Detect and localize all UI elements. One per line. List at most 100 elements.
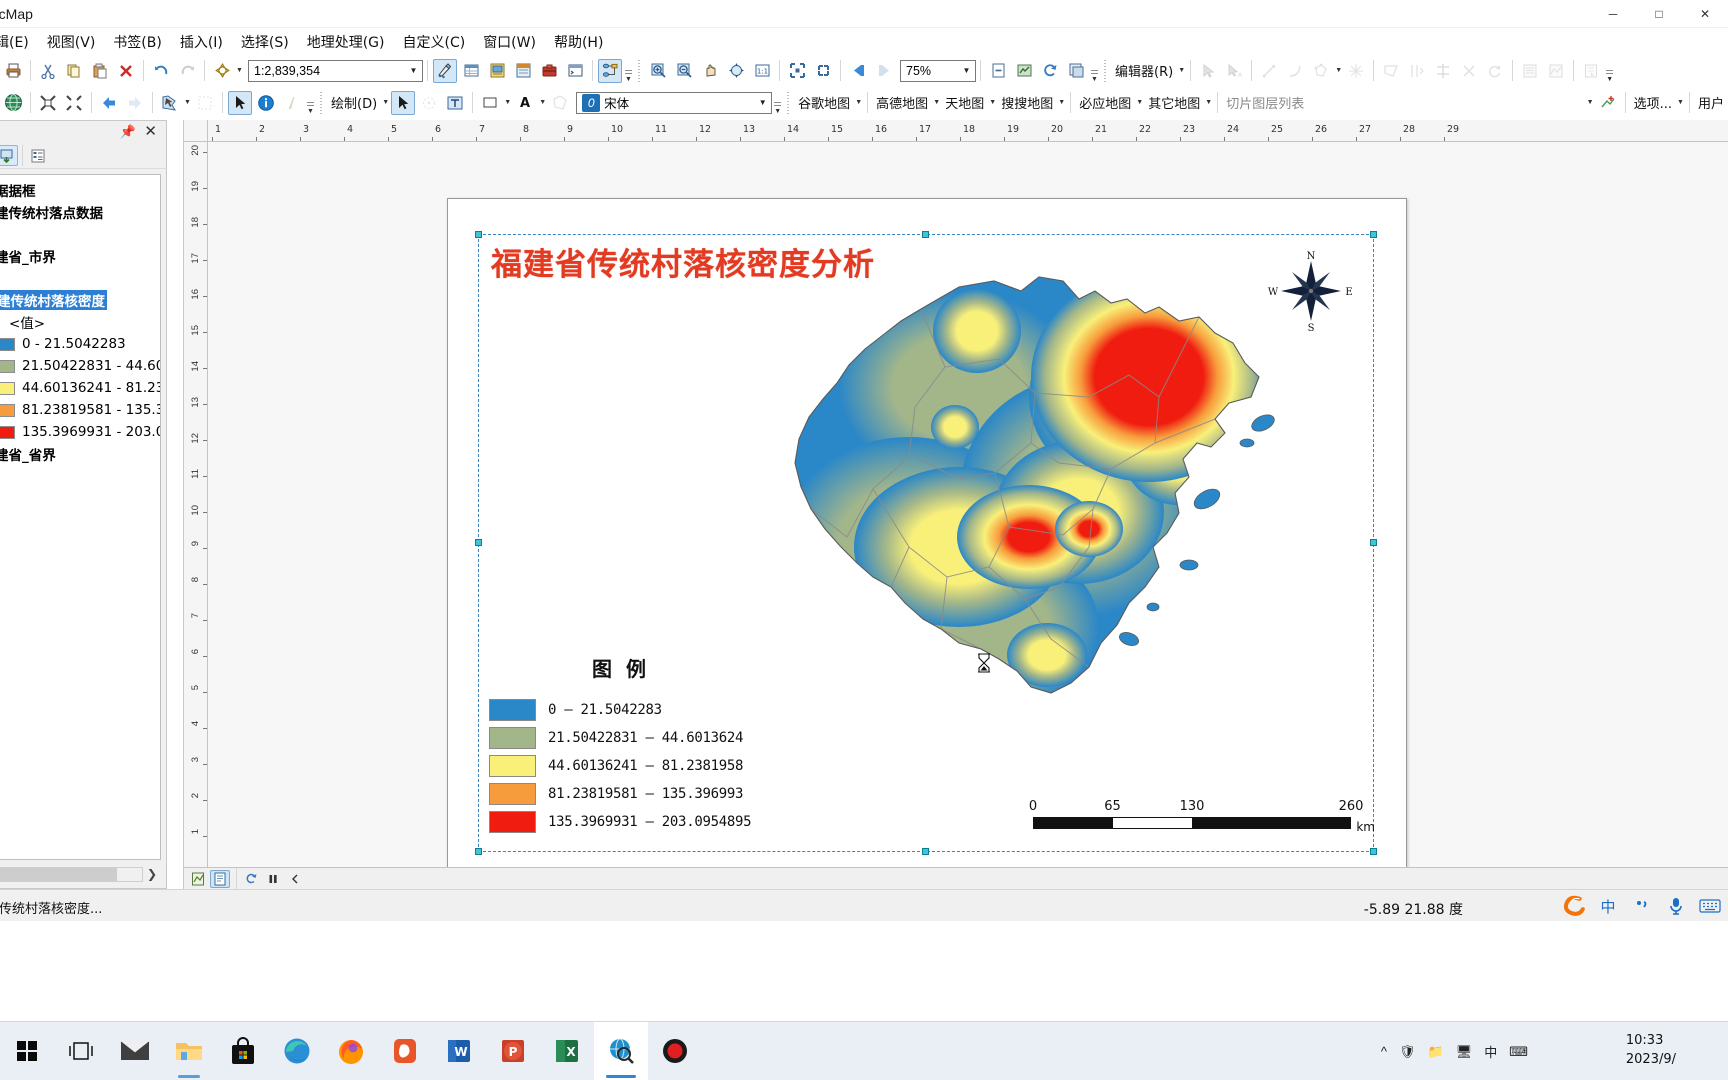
basemap-other-caret-icon[interactable]: ▼ [1204,91,1213,115]
fixed-zoom-icon[interactable]: 1:1 [750,59,774,83]
evernote-icon[interactable] [378,1022,432,1080]
pin-icon[interactable]: 📌 [120,124,136,140]
mail-icon[interactable] [108,1022,162,1080]
kernel-density-map[interactable] [659,247,1279,727]
data-frame[interactable]: 福建省传统村落核密度分析 N S E W 图例 0 – 21.5042283 2… [475,231,1377,855]
trace-icon[interactable] [1379,59,1403,83]
basemap-bing[interactable]: 必应地图 [1075,93,1135,112]
basemap-soso-caret-icon[interactable]: ▼ [1057,91,1066,115]
task-view-button[interactable] [54,1022,108,1080]
sketch-properties-icon[interactable] [1544,59,1568,83]
basemap-tianditu-caret-icon[interactable]: ▼ [988,91,997,115]
toc-row-city-boundary[interactable]: 建省_市界 [0,245,160,267]
screen-recorder-icon[interactable] [648,1022,702,1080]
draw-menu[interactable]: 绘制(D) [327,93,381,112]
menu-item-customize[interactable]: 自定义(C) [393,29,474,55]
edit-vertices-caret-icon[interactable]: ▼ [1334,59,1343,83]
resize-handle-ne[interactable] [1370,231,1377,238]
menu-item-bookmarks[interactable]: 书签(B) [104,29,171,55]
basemap-other[interactable]: 其它地图 [1144,93,1204,112]
page-zoom-icon[interactable] [986,59,1010,83]
menu-item-selection[interactable]: 选择(S) [232,29,298,55]
zoom-in-center-icon[interactable] [785,59,809,83]
toc-row-kernel-density[interactable]: 建传统村落核密度 [0,289,160,311]
python-window-icon[interactable] [563,59,587,83]
arcmap-taskbar-icon[interactable] [594,1021,648,1080]
select-features-caret-icon[interactable]: ▼ [183,91,192,115]
tile-layer-caret-icon[interactable]: ▼ [1586,91,1595,115]
toc-row-class-1[interactable]: 0 - 21.5042283 [0,333,160,355]
editor-menu-caret-icon[interactable]: ▼ [1177,59,1186,83]
globe-icon[interactable] [1,91,25,115]
zoom-in-fixed-icon[interactable] [36,91,60,115]
chevron-right-icon[interactable]: ❯ [143,867,161,881]
cut-icon[interactable] [36,59,60,83]
edit-annotation-icon[interactable]: A [1222,59,1246,83]
editor-menu[interactable]: 编辑器(R) [1111,61,1177,80]
collapse-button[interactable] [285,870,305,888]
zoom-in-icon[interactable] [646,59,670,83]
toolbar-overflow-5[interactable]: ▼ [772,91,783,115]
clear-selection-icon[interactable] [193,91,217,115]
toolbar-overflow-3[interactable]: ▼ [1604,59,1615,83]
maximize-button[interactable]: □ [1636,0,1682,28]
basemap-tianditu[interactable]: 天地图 [941,93,988,112]
resize-handle-s[interactable] [922,848,929,855]
map-legend[interactable]: 图例 0 – 21.5042283 21.50422831 – 44.60136… [489,653,752,836]
attributes-icon[interactable] [1518,59,1542,83]
fill-color-icon[interactable] [478,91,502,115]
menu-item-help[interactable]: 帮助(H) [545,29,612,55]
paste-icon[interactable] [88,59,112,83]
hyperlink-icon[interactable] [280,91,304,115]
create-features-icon[interactable] [1579,59,1603,83]
toc-tab-list-by-drawing-order[interactable] [0,145,18,166]
add-data-caret-icon[interactable]: ▼ [235,59,244,83]
edit-vertices-icon[interactable] [1309,59,1333,83]
straight-segment-icon[interactable] [1257,59,1281,83]
refresh-view-icon[interactable] [1038,59,1062,83]
zoom-level-combo[interactable]: 75% ▼ [900,59,976,82]
pan-back-icon[interactable] [97,91,121,115]
resize-handle-se[interactable] [1370,848,1377,855]
toc-row-class-2[interactable]: 21.50422831 - 44.6013‹ [0,355,160,377]
basemap-options[interactable]: 选项... [1630,93,1676,112]
basemap-soso[interactable]: 搜搜地图 [997,93,1057,112]
new-text-icon[interactable] [443,91,467,115]
close-icon[interactable]: ✕ [144,122,157,140]
toggle-draw-icon[interactable] [1064,59,1088,83]
tray-network-icon[interactable]: 🖥 [1456,1044,1473,1060]
sogou-logo-icon[interactable] [1562,893,1586,919]
resize-handle-n[interactable] [922,231,929,238]
chevron-down-icon[interactable]: ▼ [958,61,975,81]
draw-menu-caret-icon[interactable]: ▼ [381,91,390,115]
identify-icon[interactable] [254,91,278,115]
select-elements-icon[interactable] [228,90,252,115]
tray-folder-icon[interactable]: 📁 [1428,1044,1444,1060]
pan-forward-icon[interactable] [123,91,147,115]
microsoft-edge-icon[interactable] [270,1022,324,1080]
font-combo[interactable]: 0 宋体 ▼ [576,91,773,114]
north-arrow[interactable]: N S E W [1267,247,1355,335]
toc-tree[interactable]: 据据框 建传统村落点数据 建省_市界 建传统村落核密度 <值> 0 - 21.5… [0,174,161,860]
tile-layer-list[interactable]: 切片图层列表 [1222,93,1308,112]
fill-color-caret-icon[interactable]: ▼ [503,91,512,115]
layout-canvas[interactable]: 福建省传统村落核密度分析 N S E W 图例 0 – 21.5042283 2… [208,142,1728,867]
map-scale-combo[interactable]: 1:2,839,354 ▼ [248,59,423,82]
punctuation-mode-icon[interactable] [1630,893,1654,919]
data-view-button[interactable] [188,870,208,888]
keyboard-icon[interactable] [1698,893,1722,919]
full-extent-icon[interactable] [724,59,748,83]
tray-lang-label[interactable]: 中 [1484,1042,1497,1061]
redo-icon[interactable] [175,59,199,83]
resize-handle-sw[interactable] [475,848,482,855]
table-of-contents-icon[interactable] [459,59,483,83]
layout-view-icon[interactable] [485,59,509,83]
zoom-out-icon[interactable] [672,59,696,83]
resize-handle-e[interactable] [1370,539,1377,546]
toc-tab-list-by-source[interactable] [27,145,49,166]
excel-icon[interactable]: X [540,1022,594,1080]
model-builder-icon[interactable] [598,58,622,83]
print-icon[interactable] [1,59,25,83]
rotate-element-icon[interactable] [417,91,441,115]
toc-row-class-5[interactable]: 135.3969931 - 203.0954‹ [0,421,160,443]
